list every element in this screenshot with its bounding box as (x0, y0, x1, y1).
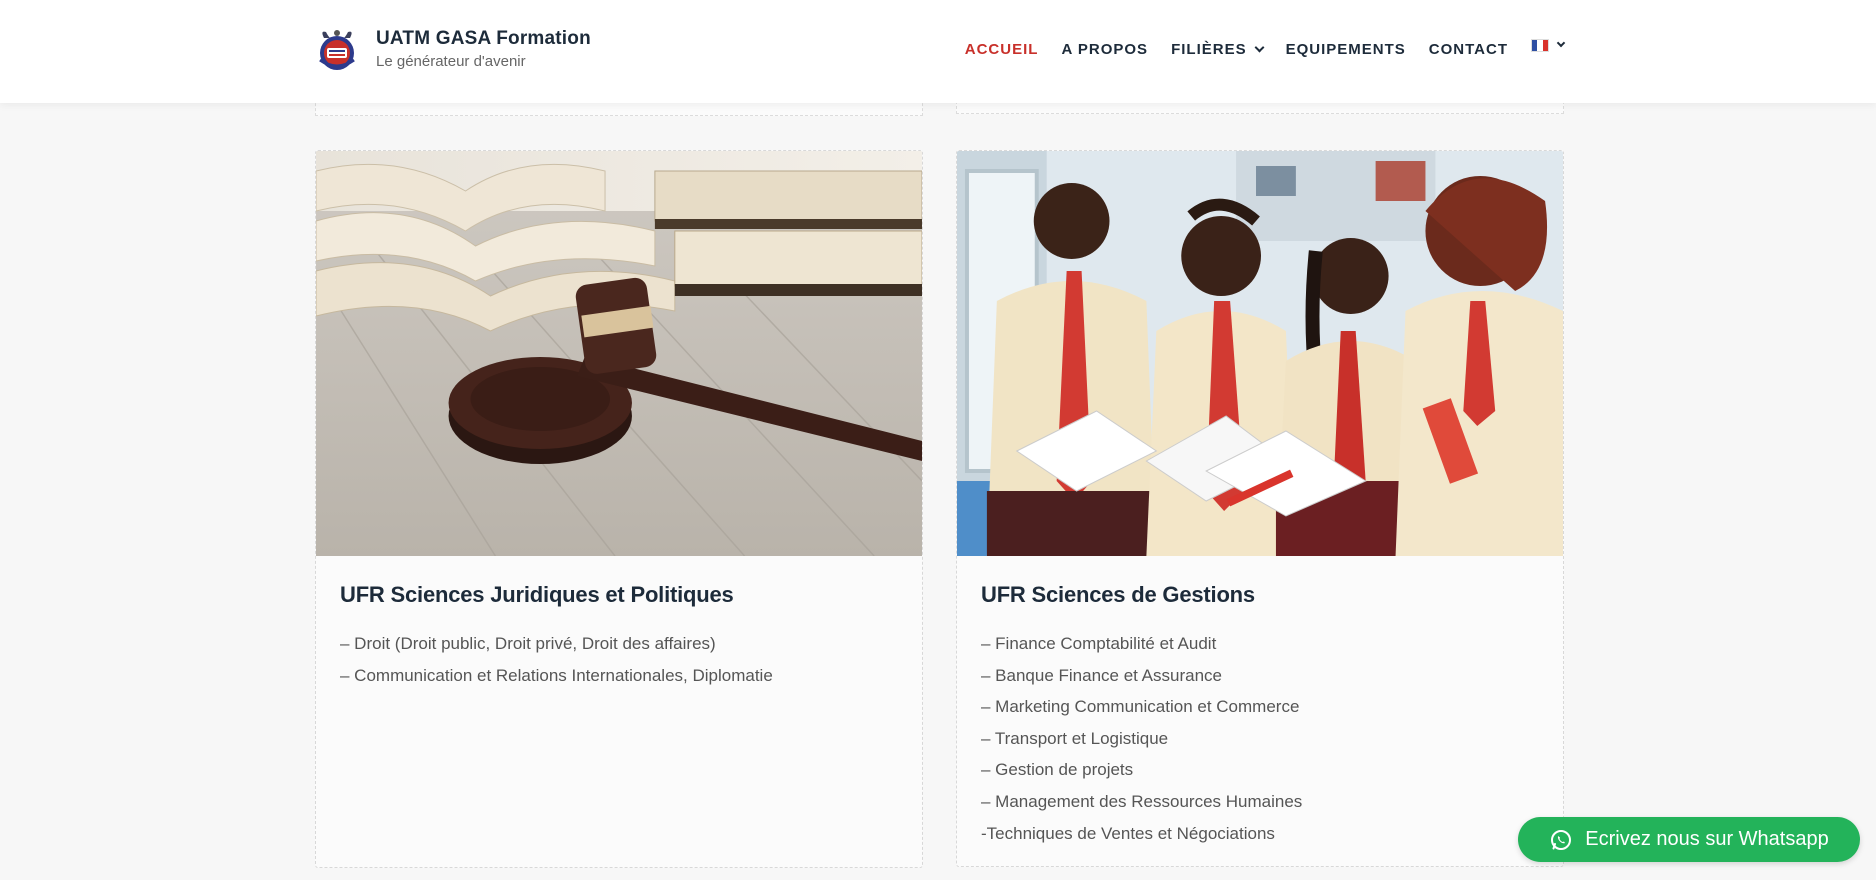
whatsapp-icon (1551, 829, 1572, 850)
nav-item-accueil[interactable]: ACCUEIL (965, 41, 1039, 58)
chevron-down-icon (1254, 42, 1265, 52)
card-title[interactable]: UFR Sciences de Gestions (981, 582, 1539, 608)
site-header: UATM GASA Formation Le générateur d'aven… (0, 0, 1876, 103)
program-item: – Banque Finance et Assurance (981, 665, 1222, 685)
nav-label: CONTACT (1428, 40, 1508, 58)
main-nav: ACCUEIL A PROPOS FILIÈRES EQUIPEMENTS CO… (942, 36, 1566, 62)
uatm-logo-icon (319, 30, 355, 70)
site-tagline: Le générateur d'avenir (376, 53, 526, 70)
program-item: – Gestion de projets (981, 760, 1134, 780)
program-item: -Techniques de Ventes et Négociations (981, 823, 1275, 843)
card-ufr-gestions: UFR Sciences de Gestions – Finance Compt… (956, 150, 1564, 867)
chevron-down-icon (1556, 38, 1566, 48)
nav-label: ACCUEIL (964, 40, 1039, 58)
nav-label: A PROPOS (1061, 40, 1149, 58)
language-switcher[interactable] (1531, 38, 1566, 52)
nav-item-a-propos[interactable]: A PROPOS (1061, 41, 1148, 58)
french-flag-icon (1531, 38, 1549, 52)
program-item: – Finance Comptabilité et Audit (981, 634, 1217, 653)
brand[interactable]: UATM GASA Formation Le générateur d'aven… (314, 26, 591, 72)
whatsapp-button[interactable]: Ecrivez nous sur Whatsapp (1518, 817, 1860, 862)
nav-item-filieres[interactable]: FILIÈRES (1171, 40, 1265, 58)
program-item: – Marketing Communication et Commerce (981, 697, 1300, 717)
program-item: – Management des Ressources Humaines (981, 791, 1303, 811)
program-item: – Communication et Relations Internation… (340, 665, 773, 685)
whatsapp-label: Ecrivez nous sur Whatsapp (1585, 828, 1829, 850)
program-item: – Transport et Logistique (981, 728, 1169, 748)
students-reading-image (957, 151, 1563, 556)
program-item: – Droit (Droit public, Droit privé, Droi… (340, 634, 716, 653)
card-ufr-juridiques: UFR Sciences Juridiques et Politiques – … (315, 150, 923, 868)
card-title[interactable]: UFR Sciences Juridiques et Politiques (340, 582, 898, 608)
nav-label: EQUIPEMENTS (1285, 40, 1406, 58)
gavel-books-image (316, 151, 922, 556)
site-title[interactable]: UATM GASA Formation (376, 27, 591, 51)
nav-item-contact[interactable]: CONTACT (1429, 41, 1508, 58)
nav-item-equipements[interactable]: EQUIPEMENTS (1286, 41, 1406, 58)
nav-label: FILIÈRES (1171, 40, 1247, 58)
